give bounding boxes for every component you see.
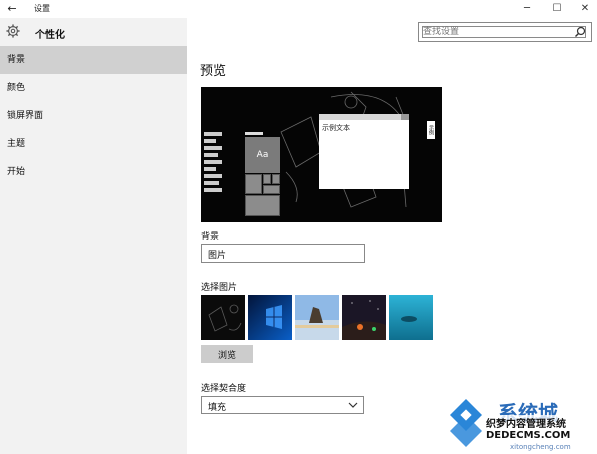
fit-label: 选择契合度 [201, 384, 247, 394]
thumbnail-underwater[interactable] [389, 295, 433, 340]
background-label: 背景 [201, 232, 220, 242]
page-title: 个性化 [35, 30, 65, 41]
preview-sample-button: 示例 [427, 121, 435, 139]
preview-start-strip [245, 132, 263, 135]
thumbnail-windows-hero[interactable] [248, 295, 292, 340]
background-dropdown[interactable]: 图片 [201, 244, 365, 263]
chevron-down-icon [348, 402, 358, 408]
preview-start-list [204, 132, 222, 198]
window-title: 设置 [34, 4, 50, 13]
search-box[interactable] [418, 22, 592, 42]
close-icon[interactable]: ✕ [571, 0, 597, 18]
preview-tiles: Aa [245, 137, 280, 216]
fit-dropdown[interactable]: 填充 [201, 396, 364, 414]
back-arrow-icon[interactable]: ← [4, 1, 20, 17]
watermark-url: xitongcheng.com [510, 443, 571, 451]
minimize-icon[interactable]: ─ [513, 0, 541, 18]
preview-sample-text: 示例文本 [322, 124, 350, 132]
choose-picture-label: 选择图片 [201, 283, 238, 293]
thumbnail-sketch[interactable] [201, 295, 245, 340]
search-input[interactable] [423, 25, 563, 39]
title-bar: ← 设置 ─ ☐ ✕ [0, 0, 597, 18]
preview-heading: 预览 [200, 64, 227, 79]
watermark-line2: DEDECMS.COM [486, 430, 571, 441]
preview-tile-large: Aa [245, 137, 280, 173]
maximize-icon[interactable]: ☐ [543, 0, 571, 18]
watermark-logo-icon [450, 399, 482, 447]
sidebar-item-start[interactable]: 开始 [0, 158, 187, 186]
sidebar: 个性化 背景 颜色 锁屏界面 主题 开始 [0, 18, 187, 454]
fit-dropdown-value: 填充 [208, 403, 227, 413]
sidebar-item-colors[interactable]: 颜色 [0, 74, 187, 102]
sidebar-header: 个性化 [0, 18, 187, 46]
watermark: 系统城 织梦内容管理系统 DEDECMS.COM xitongcheng.com [440, 393, 597, 454]
sidebar-item-lock-screen[interactable]: 锁屏界面 [0, 102, 187, 130]
preview-sample-window: 示例文本 [319, 114, 409, 189]
search-icon[interactable] [573, 25, 587, 39]
watermark-line1: 织梦内容管理系统 [486, 415, 566, 430]
browse-button[interactable]: 浏览 [201, 345, 253, 363]
preview-panel: Aa 示例文本 示例 [201, 87, 442, 222]
sidebar-item-background[interactable]: 背景 [0, 46, 187, 74]
gear-icon[interactable] [6, 24, 20, 38]
sidebar-item-themes[interactable]: 主题 [0, 130, 187, 158]
background-dropdown-value: 图片 [208, 251, 227, 261]
thumbnail-night-sky[interactable] [342, 295, 386, 340]
thumbnail-beach-rocks[interactable] [295, 295, 339, 340]
